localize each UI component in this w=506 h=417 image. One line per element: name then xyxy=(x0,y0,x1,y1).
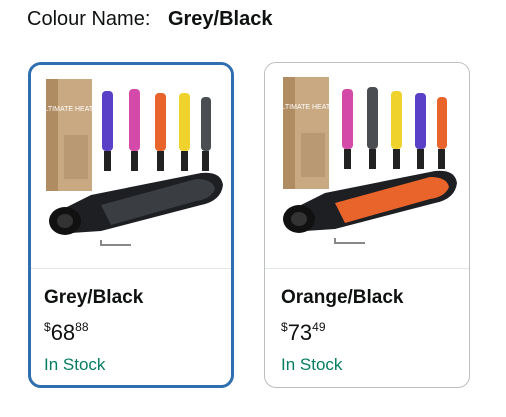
colour-name-value: Grey/Black xyxy=(167,8,273,30)
product-image-orange-black: ULTIMATE HEAT GUN xyxy=(265,63,469,269)
option-price: $6888 xyxy=(44,314,221,346)
option-price: $7349 xyxy=(281,314,459,346)
colour-option-grey-black[interactable]: ULTIMATE HEAT GUN Grey/Black $6888 In St… xyxy=(28,62,234,388)
box-text: ULTIMATE HEAT GUN xyxy=(39,106,110,113)
availability-status: In Stock xyxy=(281,355,343,374)
price-fraction: 49 xyxy=(312,320,326,334)
price-whole: 68 xyxy=(50,320,76,345)
price-symbol: $ xyxy=(44,320,51,334)
option-name: Grey/Black xyxy=(44,287,144,308)
option-info: Orange/Black $7349 In Stock xyxy=(281,286,459,376)
option-info: Grey/Black $6888 In Stock xyxy=(44,286,221,376)
price-fraction: 88 xyxy=(75,320,89,334)
colour-option-orange-black[interactable]: ULTIMATE HEAT GUN Orange/Black $7349 In … xyxy=(264,62,470,388)
price-whole: 73 xyxy=(287,320,313,345)
colour-name-label: Colour Name: xyxy=(27,8,151,30)
price-symbol: $ xyxy=(281,320,288,334)
box-text: ULTIMATE HEAT GUN xyxy=(276,104,347,111)
product-image-grey-black: ULTIMATE HEAT GUN xyxy=(31,65,231,269)
option-name: Orange/Black xyxy=(281,287,404,308)
availability-status: In Stock xyxy=(44,355,106,374)
colour-name-row: Colour Name: Grey/Black xyxy=(27,7,272,31)
